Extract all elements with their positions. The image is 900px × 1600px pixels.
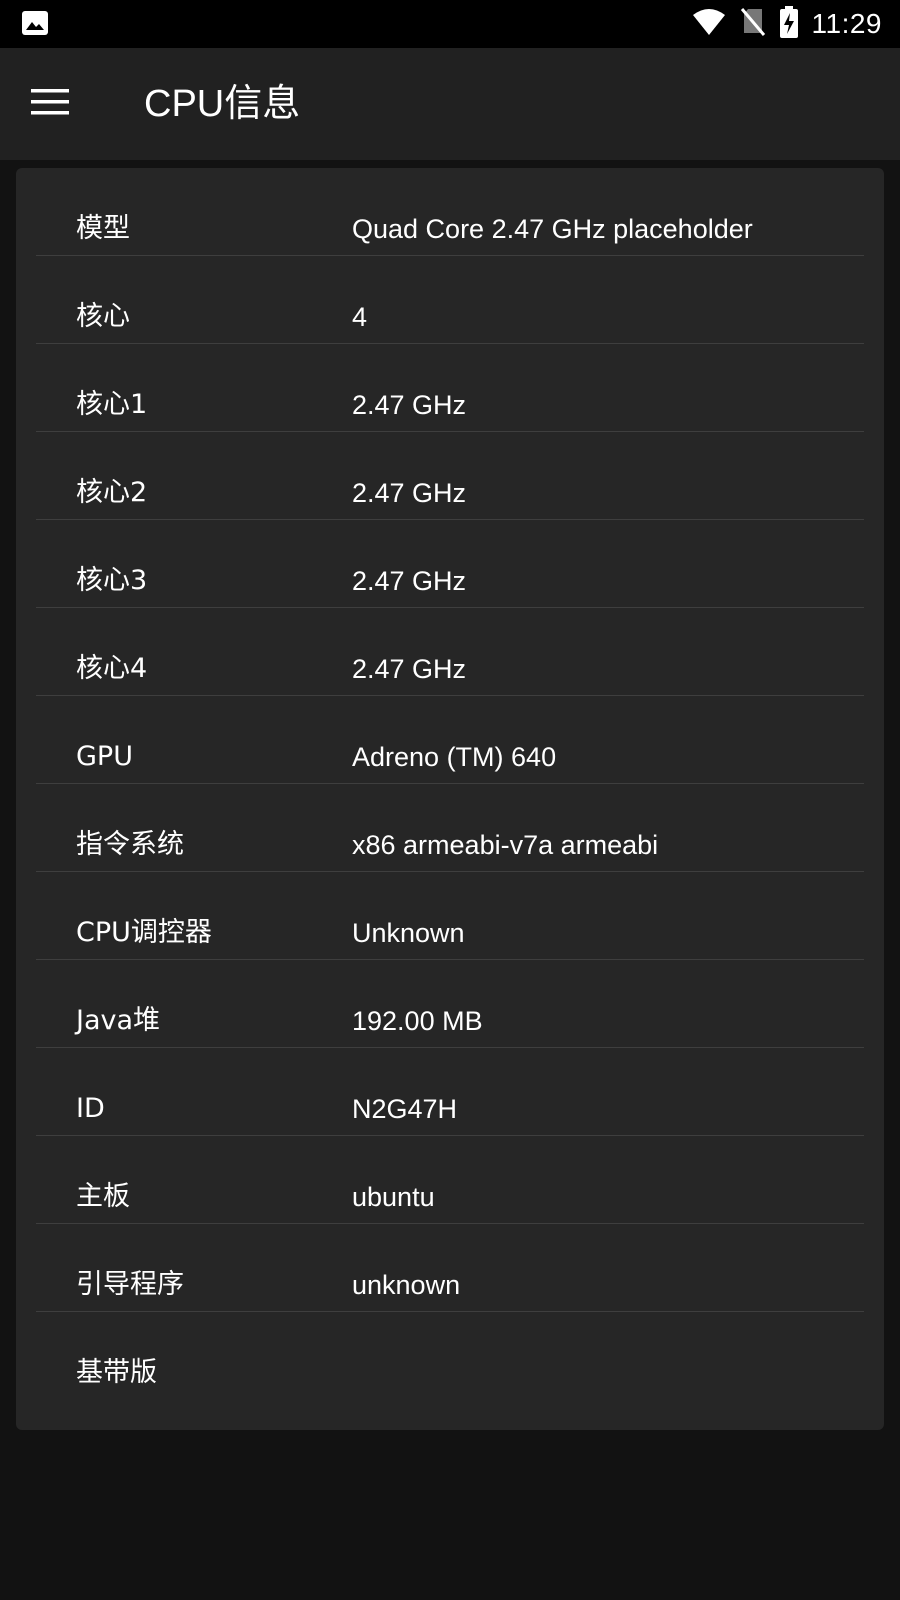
info-row-cores: 核心 4 — [36, 256, 864, 344]
row-value: ubuntu — [352, 1182, 435, 1212]
page-title: CPU信息 — [144, 83, 301, 125]
row-value: 2.47 GHz — [352, 566, 467, 596]
row-label: 核心1 — [76, 389, 148, 420]
info-row-core2: 核心2 2.47 GHz — [36, 432, 864, 520]
no-sim-icon — [740, 7, 766, 41]
status-bar: 11:29 — [0, 0, 900, 48]
info-row-board: 主板 ubuntu — [36, 1136, 864, 1224]
row-value: Unknown — [352, 918, 465, 948]
row-label: 主板 — [76, 1181, 130, 1212]
menu-button[interactable] — [18, 72, 82, 136]
info-row-model: 模型 Quad Core 2.47 GHz placeholder — [36, 168, 864, 256]
row-value: N2G47H — [352, 1094, 458, 1124]
row-value: unknown — [352, 1270, 461, 1300]
row-label: GPU — [76, 741, 133, 772]
image-notification-icon — [20, 8, 50, 38]
row-value: Quad Core 2.47 GHz placeholder — [352, 214, 753, 244]
info-row-java-heap: Java堆 192.00 MB — [36, 960, 864, 1048]
row-label: 模型 — [76, 213, 130, 244]
row-label: ID — [76, 1093, 105, 1124]
row-label: 核心 — [76, 301, 130, 332]
info-row-core4: 核心4 2.47 GHz — [36, 608, 864, 696]
row-value: 192.00 MB — [352, 1006, 483, 1036]
app-bar: CPU信息 — [0, 48, 900, 160]
status-icons: 11:29 — [692, 0, 883, 48]
row-label: 核心4 — [76, 653, 148, 684]
row-label: Java堆 — [76, 1005, 161, 1036]
status-clock: 11:29 — [811, 8, 882, 39]
info-row-baseband: 基带版 — [36, 1312, 864, 1400]
row-value: 2.47 GHz — [352, 390, 467, 420]
info-row-core3: 核心3 2.47 GHz — [36, 520, 864, 608]
info-row-cpu-governor: CPU调控器 Unknown — [36, 872, 864, 960]
row-value: x86 armeabi-v7a armeabi — [352, 830, 659, 860]
info-row-gpu: GPU Adreno (TM) 640 — [36, 696, 864, 784]
hamburger-menu-icon — [31, 88, 69, 120]
row-label: 引导程序 — [76, 1269, 184, 1300]
wifi-icon — [692, 8, 726, 40]
row-value: 2.47 GHz — [352, 478, 467, 508]
row-value: 2.47 GHz — [352, 654, 467, 684]
cpu-info-card: 模型 Quad Core 2.47 GHz placeholder 核心 4 核… — [16, 168, 884, 1430]
battery-charging-icon — [779, 6, 798, 42]
row-value: 4 — [352, 302, 368, 332]
row-label: 指令系统 — [76, 829, 184, 860]
row-label: 核心3 — [76, 565, 148, 596]
row-value: Adreno (TM) 640 — [352, 742, 557, 772]
row-label: 核心2 — [76, 477, 148, 508]
row-label: 基带版 — [76, 1357, 157, 1388]
info-row-core1: 核心1 2.47 GHz — [36, 344, 864, 432]
cpu-info-list: 模型 Quad Core 2.47 GHz placeholder 核心 4 核… — [36, 168, 864, 1400]
info-row-id: ID N2G47H — [36, 1048, 864, 1136]
info-row-bootloader: 引导程序 unknown — [36, 1224, 864, 1312]
row-label: CPU调控器 — [76, 917, 212, 948]
info-row-instruction-set: 指令系统 x86 armeabi-v7a armeabi — [36, 784, 864, 872]
